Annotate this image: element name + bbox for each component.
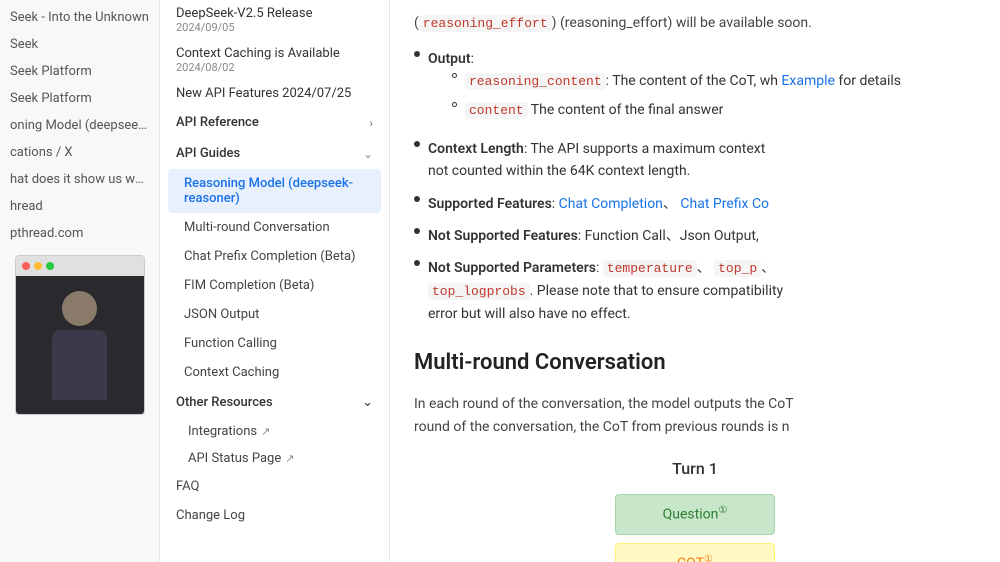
minimize-btn bbox=[34, 262, 42, 270]
nav-change-log[interactable]: Change Log bbox=[160, 501, 389, 530]
external-link-icon: ↗ bbox=[261, 425, 270, 438]
bullet-dot-params bbox=[414, 260, 420, 266]
sidebar-left-item-0[interactable]: Seek - Into the Unknown bbox=[0, 4, 159, 31]
nav-item-function-calling[interactable]: Function Calling bbox=[160, 329, 389, 358]
turn-section: Turn 1 Question① COT① bbox=[414, 456, 976, 562]
reasoning-effort-code: reasoning_effort bbox=[419, 15, 552, 32]
output-bullet: Output: reasoning_content: The content o… bbox=[414, 48, 976, 128]
turn-label: Turn 1 bbox=[672, 456, 718, 482]
context-length-bullet: Context Length: The API supports a maxim… bbox=[414, 138, 976, 183]
sidebar-left-item-7[interactable]: hread bbox=[0, 193, 159, 220]
maximize-btn bbox=[46, 262, 54, 270]
not-supported-features-content: Not Supported Features: Function Call、Js… bbox=[428, 225, 759, 247]
nav-api-status[interactable]: API Status Page ↗ bbox=[160, 445, 389, 472]
top-logprobs-code: top_logprobs bbox=[428, 283, 530, 300]
supported-features-bullet: Supported Features: Chat Completion、 Cha… bbox=[414, 193, 976, 215]
bullet-dot-not-supported bbox=[414, 228, 420, 234]
nav-item-json-output[interactable]: JSON Output bbox=[160, 300, 389, 329]
nav-other-resources[interactable]: Other Resources ⌄ bbox=[160, 387, 389, 418]
nav-release-item-2[interactable]: New API Features 2024/07/25 bbox=[160, 80, 389, 107]
sidebar-left: Seek - Into the Unknown Seek Seek Platfo… bbox=[0, 0, 160, 562]
not-supported-params-bullet: Not Supported Parameters: temperature、 t… bbox=[414, 257, 976, 325]
sidebar-left-item-6[interactable]: hat does it show us when it... bbox=[0, 166, 159, 193]
context-length-label: Context Length bbox=[428, 141, 524, 157]
nav-item-context-caching[interactable]: Context Caching bbox=[160, 358, 389, 387]
question-box: Question① bbox=[615, 494, 775, 535]
nav-item-chat-prefix[interactable]: Chat Prefix Completion (Beta) bbox=[160, 242, 389, 271]
top-p-code: top_p bbox=[714, 260, 761, 277]
nav-release-item-0[interactable]: DeepSeek-V2.5 Release 2024/09/05 bbox=[160, 0, 389, 40]
window-content bbox=[16, 276, 144, 414]
nav-item-reasoning-model[interactable]: Reasoning Model (deepseek-reasoner) bbox=[168, 169, 381, 213]
person-body bbox=[52, 330, 107, 400]
cot-superscript: ① bbox=[704, 554, 713, 562]
chevron-right-icon: › bbox=[369, 116, 373, 130]
section-intro-text: In each round of the conversation, the m… bbox=[414, 393, 976, 441]
nav-integrations[interactable]: Integrations ↗ bbox=[160, 418, 389, 445]
output-label: Output bbox=[428, 51, 471, 67]
sub-bullet-content-text: content The content of the final answer bbox=[465, 99, 723, 122]
sub-bullet-reasoning: reasoning_content: The content of the Co… bbox=[452, 70, 901, 93]
nav-item-fim[interactable]: FIM Completion (Beta) bbox=[160, 271, 389, 300]
sidebar-left-item-1[interactable]: Seek bbox=[0, 31, 159, 58]
sidebar-nav: DeepSeek-V2.5 Release 2024/09/05 Context… bbox=[160, 0, 390, 562]
top-intro-text: (reasoning_effort) (reasoning_effort) wi… bbox=[414, 12, 976, 36]
temperature-code: temperature bbox=[603, 260, 697, 277]
supported-features-content: Supported Features: Chat Completion、 Cha… bbox=[428, 193, 769, 215]
chat-completion-link[interactable]: Chat Completion bbox=[559, 196, 663, 212]
nav-item-multi-round[interactable]: Multi-round Conversation bbox=[160, 213, 389, 242]
sub-bullet-reasoning-content: reasoning_content: The content of the Co… bbox=[465, 70, 901, 93]
params-detail: error but will also have no effect. bbox=[428, 306, 631, 322]
external-link-icon-2: ↗ bbox=[285, 452, 294, 465]
not-supported-label: Not Supported Features bbox=[428, 228, 578, 244]
context-length-content: Context Length: The API supports a maxim… bbox=[428, 138, 765, 183]
sidebar-left-item-2[interactable]: Seek Platform bbox=[0, 58, 159, 85]
sidebar-left-item-3[interactable]: Seek Platform bbox=[0, 85, 159, 112]
person-figure bbox=[52, 291, 107, 400]
window-titlebar bbox=[16, 256, 144, 276]
chat-prefix-link[interactable]: Chat Prefix Co bbox=[680, 196, 769, 212]
content-code: content bbox=[465, 102, 528, 119]
sidebar-left-item-4[interactable]: oning Model (deepseek-re... bbox=[0, 112, 159, 139]
other-resources-chevron-icon: ⌄ bbox=[362, 395, 373, 410]
output-bullet-content: Output: reasoning_content: The content o… bbox=[428, 48, 901, 128]
not-supported-params-label: Not Supported Parameters bbox=[428, 260, 596, 276]
sub-bullet-dot-1 bbox=[452, 73, 457, 78]
nav-faq[interactable]: FAQ bbox=[160, 472, 389, 501]
bullet-dot-context bbox=[414, 141, 420, 147]
supported-features-label: Supported Features bbox=[428, 196, 552, 212]
nav-api-reference[interactable]: API Reference › bbox=[160, 107, 389, 138]
close-btn bbox=[22, 262, 30, 270]
sub-bullet-dot-2 bbox=[452, 102, 457, 107]
question-superscript: ① bbox=[718, 505, 727, 516]
nav-api-guides[interactable]: API Guides ⌄ bbox=[160, 138, 389, 169]
sidebar-left-item-8[interactable]: pthread.com bbox=[0, 220, 159, 247]
person-head bbox=[62, 291, 97, 326]
multi-round-heading: Multi-round Conversation bbox=[414, 345, 976, 380]
bullet-dot-supported bbox=[414, 196, 420, 202]
main-content: (reasoning_effort) (reasoning_effort) wi… bbox=[390, 0, 1000, 562]
context-length-detail: not counted within the 64K context lengt… bbox=[428, 163, 690, 179]
person-widget bbox=[15, 255, 145, 415]
not-supported-params-content: Not Supported Parameters: temperature、 t… bbox=[428, 257, 783, 325]
sub-bullet-content: content The content of the final answer bbox=[452, 99, 901, 122]
reasoning-content-code: reasoning_content bbox=[465, 73, 606, 90]
not-supported-features-bullet: Not Supported Features: Function Call、Js… bbox=[414, 225, 976, 247]
nav-release-item-1[interactable]: Context Caching is Available 2024/08/02 bbox=[160, 40, 389, 80]
bullet-dot-output bbox=[414, 51, 420, 57]
sidebar-left-item-5[interactable]: cations / X bbox=[0, 139, 159, 166]
example-link[interactable]: Example bbox=[781, 73, 834, 89]
cot-box: COT① bbox=[615, 543, 775, 562]
chevron-down-icon: ⌄ bbox=[363, 147, 373, 161]
